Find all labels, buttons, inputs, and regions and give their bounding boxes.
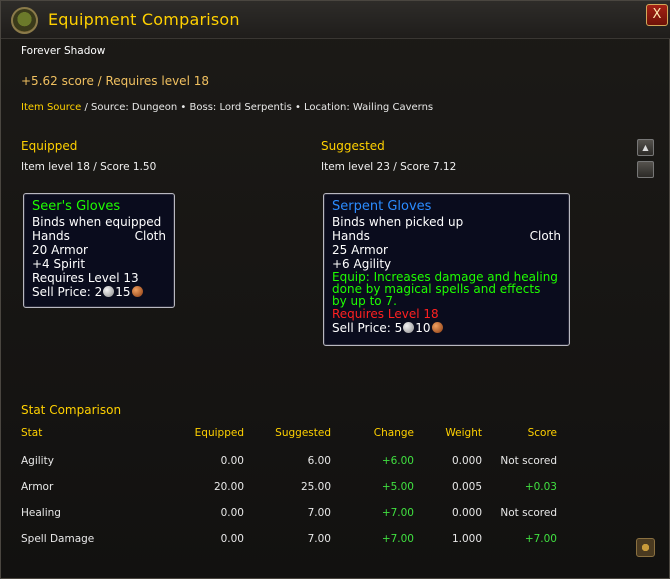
stat-suggested: 7.00 xyxy=(307,533,331,545)
stat-change: +5.00 xyxy=(381,481,414,493)
stat-score: +0.03 xyxy=(524,481,557,493)
stat-change: +7.00 xyxy=(381,507,414,519)
suggested-heading: Suggested xyxy=(321,139,385,153)
equipped-bind-text: Binds when equipped xyxy=(32,215,162,229)
item-source-label: Item Source xyxy=(21,102,82,113)
table-row: Healing 0.00 7.00 +7.00 0.000 Not scored xyxy=(21,507,571,533)
stat-change: +6.00 xyxy=(381,455,414,467)
equipped-summary: Item level 18 / Score 1.50 xyxy=(21,161,157,173)
suggested-slot: Hands xyxy=(332,229,370,243)
window-title: Equipment Comparison xyxy=(48,10,240,29)
silver-coin-icon xyxy=(403,322,415,333)
table-row: Armor 20.00 25.00 +5.00 0.005 +0.03 xyxy=(21,481,571,507)
suggested-stat: +6 Agility xyxy=(332,257,392,271)
stat-comparison-table: Stat Equipped Suggested Change Weight Sc… xyxy=(21,427,571,559)
equipped-heading: Equipped xyxy=(21,139,78,153)
equipped-sell-copper: 15 xyxy=(115,285,131,299)
table-row: Spell Damage 0.00 7.00 +7.00 1.000 +7.00 xyxy=(21,533,571,559)
equipment-comparison-window: Equipment Comparison X Forever Shadow +5… xyxy=(0,0,670,579)
suggested-armor-value: 25 Armor xyxy=(332,243,388,257)
table-header-row: Stat Equipped Suggested Change Weight Sc… xyxy=(21,427,571,453)
equipped-requires: Requires Level 13 xyxy=(32,271,139,285)
suggested-requires: Requires Level 18 xyxy=(332,307,439,321)
equipped-item-tooltip: Seer's Gloves Binds when equipped Hands … xyxy=(23,193,175,308)
column-header-score: Score xyxy=(527,427,557,439)
stat-weight: 0.000 xyxy=(451,507,482,519)
equipped-sell-silver: Sell Price: 2 xyxy=(32,285,103,299)
stat-suggested: 25.00 xyxy=(300,481,331,493)
column-header-stat: Stat xyxy=(21,427,43,439)
stat-equipped: 20.00 xyxy=(213,481,244,493)
item-name: Forever Shadow xyxy=(21,45,106,57)
stat-name: Agility xyxy=(21,455,54,467)
copper-coin-icon xyxy=(431,322,443,333)
suggested-armor-type: Cloth xyxy=(529,229,561,243)
suggested-sell-silver: Sell Price: 5 xyxy=(332,321,403,335)
scroll-up-button[interactable]: ▲ xyxy=(637,139,654,156)
stat-change: +7.00 xyxy=(381,533,414,545)
item-source-line: Item Source / Source: Dungeon • Boss: Lo… xyxy=(21,102,433,113)
stat-weight: 1.000 xyxy=(451,533,482,545)
equipped-stat: +4 Spirit xyxy=(32,257,86,271)
copper-coin-icon xyxy=(131,286,143,297)
equip-effect-line-3: by up to 7. xyxy=(332,294,397,308)
stat-name: Healing xyxy=(21,507,61,519)
stat-equipped: 0.00 xyxy=(220,455,244,467)
arrow-up-icon: ▲ xyxy=(642,143,649,152)
suggested-item-name: Serpent Gloves xyxy=(332,199,432,214)
stat-suggested: 7.00 xyxy=(307,507,331,519)
column-header-equipped: Equipped xyxy=(194,427,244,439)
close-icon: X xyxy=(652,7,662,22)
equipped-sell-price: Sell Price: 2 15 xyxy=(32,285,166,299)
stat-equipped: 0.00 xyxy=(220,507,244,519)
equipped-slot: Hands xyxy=(32,229,70,243)
suggested-bind-text: Binds when picked up xyxy=(332,215,464,229)
stat-comparison-heading: Stat Comparison xyxy=(21,403,122,417)
stat-name: Spell Damage xyxy=(21,533,95,545)
stat-score: Not scored xyxy=(500,455,557,467)
equipped-armor-type: Cloth xyxy=(134,229,166,243)
close-button[interactable]: X xyxy=(646,4,668,26)
score-summary: +5.62 score / Requires level 18 xyxy=(21,74,209,88)
scroll-down-button[interactable] xyxy=(637,161,654,178)
settings-gear-icon[interactable] xyxy=(636,538,655,557)
stat-suggested: 6.00 xyxy=(307,455,331,467)
column-header-change: Change xyxy=(373,427,414,439)
title-bar: Equipment Comparison X xyxy=(1,1,670,39)
stat-equipped: 0.00 xyxy=(220,533,244,545)
stat-name: Armor xyxy=(21,481,54,493)
equipped-armor-value: 20 Armor xyxy=(32,243,88,257)
stat-score: +7.00 xyxy=(524,533,557,545)
suggested-equip-effect: Equip: Increases damage and healing done… xyxy=(332,271,561,307)
suggested-sell-copper: 10 xyxy=(415,321,431,335)
table-row: Agility 0.00 6.00 +6.00 0.000 Not scored xyxy=(21,455,571,481)
equipped-item-name: Seer's Gloves xyxy=(32,199,121,214)
goblin-portrait-icon xyxy=(11,7,38,34)
stat-score: Not scored xyxy=(500,507,557,519)
stat-weight: 0.005 xyxy=(451,481,482,493)
column-header-weight: Weight xyxy=(445,427,482,439)
suggested-item-tooltip: Serpent Gloves Binds when picked up Hand… xyxy=(323,193,570,346)
silver-coin-icon xyxy=(103,286,115,297)
suggested-sell-price: Sell Price: 5 10 xyxy=(332,321,561,335)
suggested-summary: Item level 23 / Score 7.12 xyxy=(321,161,457,173)
stat-weight: 0.000 xyxy=(451,455,482,467)
item-source-text: / Source: Dungeon • Boss: Lord Serpentis… xyxy=(81,102,434,113)
column-header-suggested: Suggested xyxy=(275,427,331,439)
